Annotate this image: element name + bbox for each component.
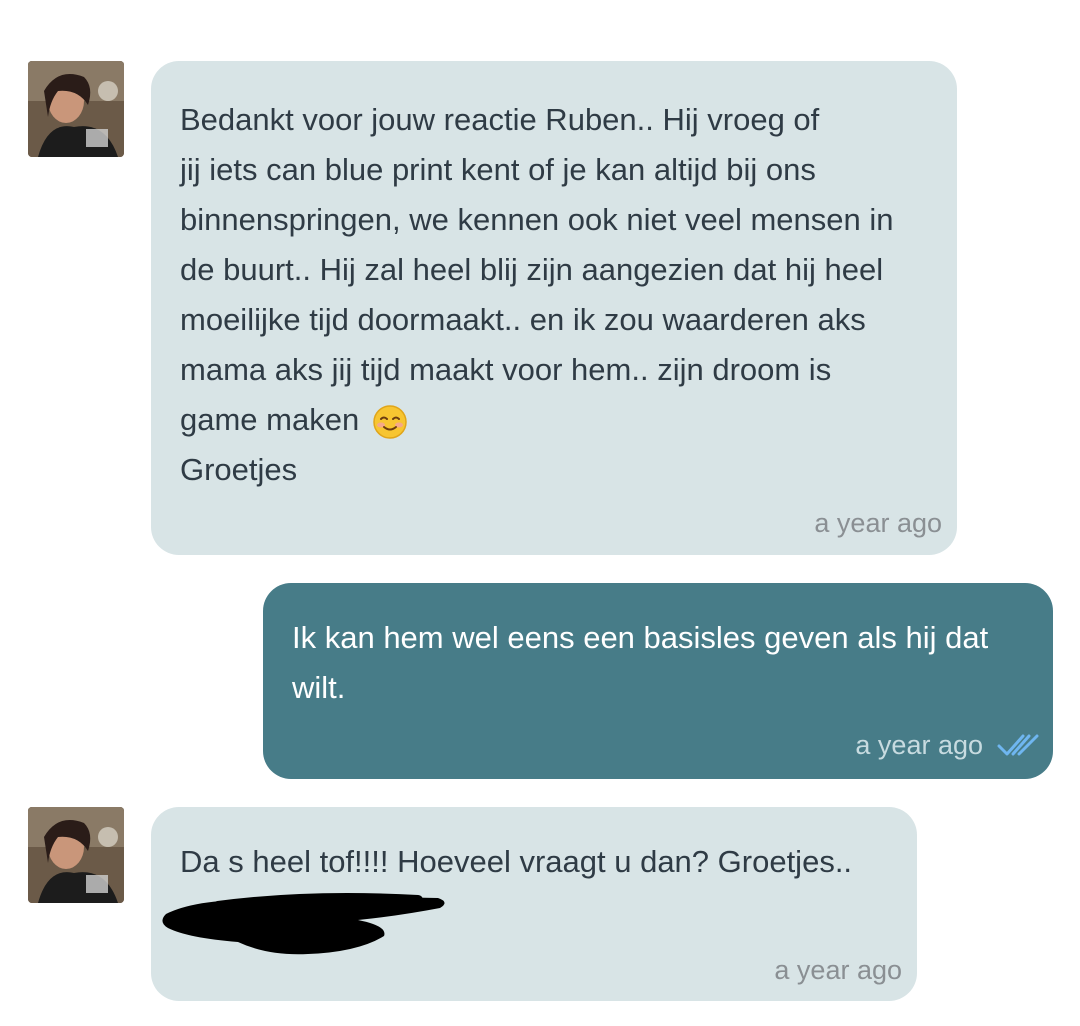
timestamp: a year ago bbox=[774, 955, 902, 985]
message-meta: a year ago bbox=[855, 730, 1039, 760]
double-check-icon bbox=[997, 732, 1039, 758]
contact-avatar[interactable] bbox=[28, 61, 124, 157]
contact-avatar[interactable] bbox=[28, 807, 124, 903]
message-text: Da s heel tof!!!! Hoeveel vraagt u dan? … bbox=[180, 844, 853, 879]
message-text: Bedankt voor jouw reactie Ruben.. Hij vr… bbox=[180, 102, 894, 437]
avatar-photo bbox=[28, 61, 124, 157]
timestamp: a year ago bbox=[814, 508, 942, 538]
message-meta: a year ago bbox=[774, 955, 902, 985]
timestamp: a year ago bbox=[855, 730, 983, 760]
redaction-scribble bbox=[162, 893, 445, 955]
message-text: Ik kan hem wel eens een basisles geven a… bbox=[292, 620, 989, 705]
message-bubble-outgoing[interactable]: Ik kan hem wel eens een basisles geven a… bbox=[263, 583, 1053, 779]
message-text-signoff: Groetjes bbox=[180, 452, 298, 487]
smiling-face-icon bbox=[370, 399, 408, 449]
avatar-photo bbox=[28, 807, 124, 903]
message-meta: a year ago bbox=[814, 508, 942, 538]
message-bubble-incoming[interactable]: Bedankt voor jouw reactie Ruben.. Hij vr… bbox=[151, 61, 957, 555]
